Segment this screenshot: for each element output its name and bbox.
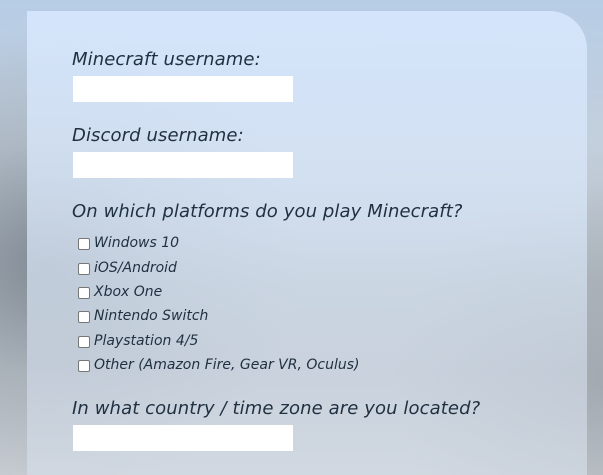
ios-android-label[interactable]: iOS/Android (94, 260, 177, 276)
windows-label[interactable]: Windows 10 (94, 235, 179, 251)
platform-option-other[interactable]: Other (Amazon Fire, Gear VR, Oculus) (78, 353, 359, 377)
minecraft-username-label: Minecraft username: (72, 49, 261, 70)
platform-option-windows[interactable]: Windows 10 (78, 231, 359, 255)
platform-option-playstation[interactable]: Playstation 4/5 (78, 329, 359, 353)
windows-checkbox[interactable] (78, 238, 90, 251)
other-label[interactable]: Other (Amazon Fire, Gear VR, Oculus) (94, 357, 359, 373)
platform-option-switch[interactable]: Nintendo Switch (78, 304, 359, 328)
minecraft-username-input[interactable] (73, 76, 293, 102)
platforms-question: On which platforms do you play Minecraft… (72, 201, 463, 222)
platform-option-ios-android[interactable]: iOS/Android (78, 255, 359, 279)
playstation-checkbox[interactable] (78, 335, 90, 348)
other-checkbox[interactable] (78, 360, 90, 373)
platform-options: Windows 10 iOS/Android Xbox One Nintendo… (78, 231, 359, 377)
discord-username-label: Discord username: (72, 125, 244, 146)
switch-checkbox[interactable] (78, 311, 90, 324)
xbox-checkbox[interactable] (78, 286, 90, 299)
ios-android-checkbox[interactable] (78, 262, 90, 275)
discord-username-input[interactable] (73, 152, 293, 178)
platform-option-xbox[interactable]: Xbox One (78, 280, 359, 304)
playstation-label[interactable]: Playstation 4/5 (94, 333, 198, 349)
xbox-label[interactable]: Xbox One (94, 284, 162, 300)
location-input[interactable] (73, 425, 293, 451)
location-question: In what country / time zone are you loca… (72, 398, 481, 419)
switch-label[interactable]: Nintendo Switch (94, 308, 208, 324)
